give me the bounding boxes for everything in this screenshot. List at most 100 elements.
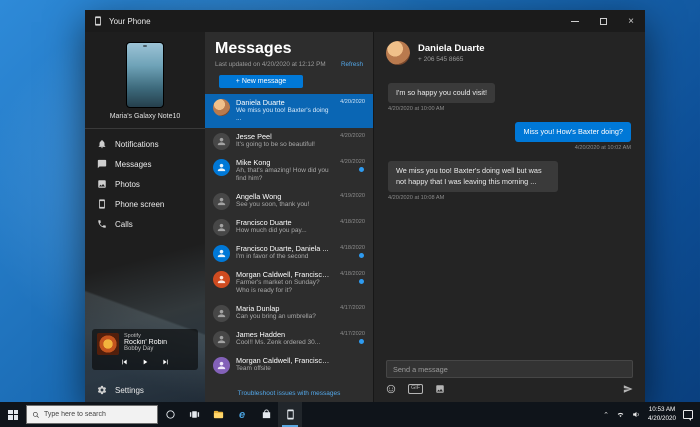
conversation-row-francisco-duarte[interactable]: Francisco Duarte How much did you pay...…: [205, 214, 373, 240]
emoji-icon[interactable]: [386, 384, 396, 394]
conversation-row-jesse-peel[interactable]: Jesse Peel It's going to be so beautiful…: [205, 128, 373, 154]
notification-center-icon[interactable]: [683, 410, 693, 421]
close-icon[interactable]: ×: [617, 10, 645, 32]
incoming-message-bubble: We miss you too! Baxter's doing well but…: [388, 161, 558, 192]
conversation-row-mike-kong[interactable]: Mike Kong Ah, that's amazing! How did yo…: [205, 154, 373, 188]
person-icon: [217, 309, 226, 317]
taskbar-search[interactable]: [26, 405, 158, 424]
search-input[interactable]: [44, 411, 152, 418]
conversation-date: 4/20/2020: [340, 99, 365, 105]
network-icon[interactable]: [616, 410, 625, 419]
new-message-button[interactable]: + New message: [219, 75, 303, 88]
conversation-date: 4/18/2020: [340, 270, 365, 277]
conversation-preview: It's going to be so beautiful!: [236, 140, 315, 148]
message-timestamp: 4/20/2020 at 10:00 AM: [388, 106, 445, 113]
message-thread: I'm so happy you could visit! 4/20/2020 …: [374, 73, 645, 353]
sidebar-item-notifications[interactable]: Notifications: [85, 134, 205, 154]
next-icon[interactable]: [162, 358, 170, 366]
unread-dot: [359, 252, 364, 258]
sidebar-item-settings[interactable]: Settings: [97, 385, 144, 395]
minimize-icon[interactable]: [561, 10, 589, 32]
sidebar-item-label: Calls: [115, 219, 133, 229]
volume-icon[interactable]: [632, 410, 641, 419]
sidebar-item-label: Notifications: [115, 139, 159, 149]
conversation-name: Morgan Caldwell, Francisco ...: [236, 355, 331, 365]
contact-avatar: [213, 244, 230, 262]
titlebar[interactable]: Your Phone ×: [85, 10, 645, 32]
sidebar-item-calls[interactable]: Calls: [85, 214, 205, 234]
sidebar-item-phone-screen[interactable]: Phone screen: [85, 194, 205, 214]
contact-avatar: [386, 41, 410, 65]
troubleshoot-link[interactable]: Troubleshoot issues with messages: [205, 386, 373, 399]
player-artist: Bobby Day: [124, 346, 154, 352]
task-view-icon[interactable]: [182, 402, 206, 427]
chat-panel: Daniela Duarte + 206 545 8665 I'm so hap…: [373, 32, 645, 402]
play-icon[interactable]: [141, 358, 149, 366]
conversation-date: 4/18/2020: [340, 218, 365, 225]
conversation-row-team-offsite-group[interactable]: Morgan Caldwell, Francisco ... Team offs…: [205, 352, 373, 378]
conversation-name: James Hadden: [236, 329, 286, 339]
person-icon: [217, 335, 226, 343]
tray-time: 10:53 AM: [648, 406, 676, 413]
your-phone-taskbar-icon[interactable]: [278, 402, 302, 427]
album-art: [97, 333, 119, 355]
image-icon[interactable]: [435, 384, 445, 394]
contact-avatar: [213, 270, 230, 288]
phone-preview-image: [126, 42, 164, 108]
sidebar-item-photos[interactable]: Photos: [85, 174, 205, 194]
conversation-row-morgan-francisco-group[interactable]: Morgan Caldwell, Francisco ... Farmer's …: [205, 266, 373, 300]
message-input[interactable]: [386, 360, 633, 378]
bell-icon: [98, 140, 106, 149]
conversation-name: Daniela Duarte: [236, 98, 285, 107]
cortana-icon[interactable]: [158, 402, 182, 427]
conversation-preview: Ah, that's amazing! How did you find him…: [236, 166, 329, 183]
conversation-name: Francisco Duarte: [236, 217, 292, 227]
contact-avatar: [213, 192, 230, 210]
contact-avatar: [213, 330, 230, 348]
conversation-list: Daniela Duarte We miss you too! Baxter's…: [205, 94, 373, 386]
contact-name: Daniela Duarte: [418, 43, 485, 54]
conversation-preview: See you soon, thank you!: [236, 200, 310, 208]
file-explorer-icon[interactable]: [206, 402, 230, 427]
conversation-date: 4/20/2020: [340, 132, 365, 139]
media-player-card: Spotify Rockin' Robin Bobby Day: [92, 329, 198, 370]
gear-icon: [97, 385, 107, 395]
window-title: Your Phone: [109, 16, 151, 26]
message-group-incoming: We miss you too! Baxter's doing well but…: [388, 161, 631, 201]
conversation-preview: Cool!! Ms. Zenk ordered 30...: [236, 338, 321, 346]
conversation-name: Francisco Duarte, Daniela ...: [236, 243, 329, 253]
page-title: Messages: [215, 40, 292, 57]
unread-dot: [359, 278, 364, 284]
taskbar: e ⌃ 10:53 AM 4/20/2020: [0, 402, 700, 427]
unread-dot: [359, 166, 364, 172]
conversation-row-francisco-daniela-group[interactable]: Francisco Duarte, Daniela ... I'm in fav…: [205, 240, 373, 266]
conversation-row-angella-wong[interactable]: Angella Wong See you soon, thank you! 4/…: [205, 188, 373, 214]
chevron-up-icon[interactable]: ⌃: [603, 411, 609, 419]
conversation-date: 4/19/2020: [340, 192, 365, 199]
start-icon[interactable]: [0, 402, 26, 427]
conversation-row-daniela-duarte[interactable]: Daniela Duarte We miss you too! Baxter's…: [205, 94, 373, 128]
sidebar-item-label: Phone screen: [115, 199, 165, 209]
conversation-name: Jesse Peel: [236, 131, 272, 141]
message-icon: [97, 159, 107, 169]
maximize-icon[interactable]: [589, 10, 617, 32]
refresh-link[interactable]: Refresh: [341, 61, 363, 68]
conversation-preview: How much did you pay...: [236, 226, 307, 234]
send-icon[interactable]: [623, 384, 633, 394]
search-icon: [33, 411, 39, 418]
previous-icon[interactable]: [120, 358, 128, 366]
conversation-row-maria-dunlap[interactable]: Maria Dunlap Can you bring an umbrella? …: [205, 300, 373, 326]
edge-icon[interactable]: e: [230, 402, 254, 427]
gif-icon[interactable]: GIF: [408, 384, 424, 394]
clock[interactable]: 10:53 AM 4/20/2020: [648, 406, 676, 423]
conversation-date: 4/20/2020: [340, 158, 365, 165]
contact-phone: + 206 545 8665: [418, 56, 464, 63]
conversation-row-james-hadden[interactable]: James Hadden Cool!! Ms. Zenk ordered 30.…: [205, 326, 373, 352]
messages-list-panel: Messages Last updated on 4/20/2020 at 12…: [205, 32, 373, 402]
chat-header: Daniela Duarte + 206 545 8665: [374, 32, 645, 73]
conversation-preview: Farmer's market on Sunday? Who is ready …: [236, 278, 320, 295]
sidebar-item-messages[interactable]: Messages: [85, 154, 205, 174]
conversation-name: Morgan Caldwell, Francisco ...: [236, 269, 331, 279]
store-icon[interactable]: [254, 402, 278, 427]
contact-avatar: [213, 304, 230, 322]
